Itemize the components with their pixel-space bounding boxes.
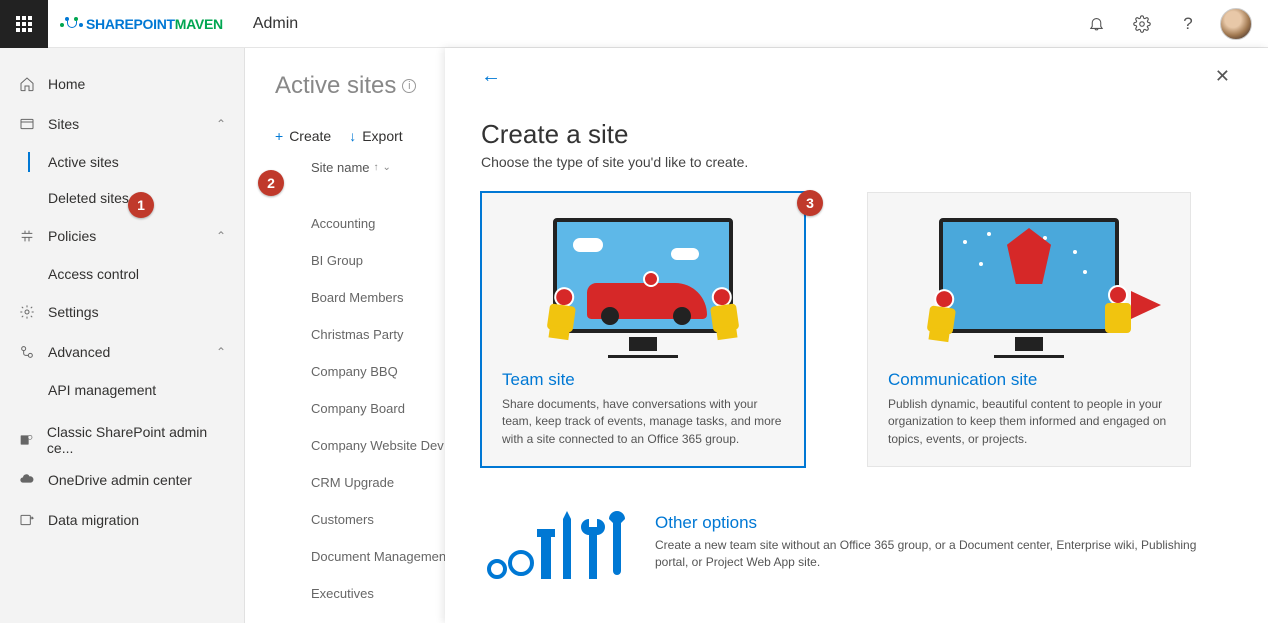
brand-logo[interactable]: SHAREPOINTMAVEN <box>60 16 223 32</box>
team-site-desc: Share documents, have conversations with… <box>502 396 784 448</box>
table-row[interactable]: Executives <box>275 575 445 612</box>
info-icon[interactable]: i <box>402 79 416 93</box>
command-bar: + Create ↓ Export <box>275 128 445 144</box>
sidebar-item-access-control[interactable]: Access control <box>0 256 244 292</box>
sidebar-item-label: Access control <box>48 266 139 282</box>
sites-icon <box>18 115 36 133</box>
column-header-site-name[interactable]: Site name ↑ ⌄ <box>275 160 445 175</box>
export-button[interactable]: ↓ Export <box>349 128 402 144</box>
sidebar-item-label: API management <box>48 382 156 398</box>
sidebar-item-data-migration[interactable]: Data migration <box>0 500 244 540</box>
team-site-title: Team site <box>502 370 784 390</box>
back-arrow-icon[interactable]: ← <box>481 65 501 88</box>
annotation-badge-1: 1 <box>128 192 154 218</box>
communication-site-illustration <box>868 193 1190 358</box>
app-name: Admin <box>253 15 298 33</box>
app-launcher-button[interactable] <box>0 0 48 48</box>
gear-icon <box>18 303 36 321</box>
communication-site-card[interactable]: Communication site Publish dynamic, beau… <box>867 192 1191 467</box>
close-icon[interactable]: ✕ <box>1207 62 1238 91</box>
sidebar-item-classic-admin[interactable]: Classic SharePoint admin ce... <box>0 420 244 460</box>
sidebar-item-label: Settings <box>48 304 99 320</box>
migration-icon <box>18 511 36 529</box>
sidebar-item-onedrive-admin[interactable]: OneDrive admin center <box>0 460 244 500</box>
table-row[interactable]: Christmas Party <box>275 316 445 353</box>
export-button-label: Export <box>362 128 402 144</box>
communication-site-title: Communication site <box>888 370 1170 390</box>
sidebar-item-label: Policies <box>48 228 96 244</box>
sidebar-item-label: OneDrive admin center <box>48 472 192 488</box>
advanced-icon <box>18 343 36 361</box>
other-options-desc: Create a new team site without an Office… <box>655 537 1198 571</box>
avatar[interactable] <box>1220 8 1252 40</box>
chevron-down-icon: ⌄ <box>383 162 391 173</box>
sidebar-item-home[interactable]: Home <box>0 64 244 104</box>
table-row[interactable]: Document Management <box>275 538 445 575</box>
sidebar-item-label: Active sites <box>48 154 119 170</box>
sidebar-item-settings[interactable]: Settings <box>0 292 244 332</box>
sidebar-item-label: Sites <box>48 116 79 132</box>
panel-title: Create a site <box>481 119 1238 150</box>
policies-icon <box>18 227 36 245</box>
sidebar-item-label: Data migration <box>48 512 139 528</box>
team-site-card[interactable]: Team site Share documents, have conversa… <box>481 192 805 467</box>
waffle-icon <box>16 16 32 32</box>
site-list-column: Active sites i + Create ↓ Export Site na… <box>245 48 445 623</box>
table-row[interactable]: Accounting <box>275 205 445 242</box>
sidebar: Home Sites ⌃ Active sites Deleted sites … <box>0 48 245 623</box>
sidebar-item-policies[interactable]: Policies ⌃ <box>0 216 244 256</box>
sidebar-item-label: Classic SharePoint admin ce... <box>47 424 226 456</box>
table-row[interactable]: BI Group <box>275 242 445 279</box>
logo-text-part1: SHAREPOINT <box>86 16 175 32</box>
gear-icon[interactable] <box>1120 0 1164 48</box>
create-button[interactable]: + Create <box>275 128 331 144</box>
table-row[interactable]: CRM Upgrade <box>275 464 445 501</box>
help-icon[interactable]: ? <box>1166 0 1210 48</box>
top-bar: SHAREPOINTMAVEN Admin ? <box>0 0 1268 48</box>
table-row[interactable]: Company Website Dev <box>275 427 445 464</box>
sharepoint-icon <box>18 431 35 449</box>
table-row[interactable]: Board Members <box>275 279 445 316</box>
communication-site-desc: Publish dynamic, beautiful content to pe… <box>888 396 1170 448</box>
sidebar-item-deleted-sites[interactable]: Deleted sites <box>0 180 244 216</box>
notifications-icon[interactable] <box>1074 0 1118 48</box>
chevron-up-icon: ⌃ <box>216 345 226 359</box>
other-options-card[interactable]: Other options Create a new team site wit… <box>481 513 1238 585</box>
chevron-up-icon: ⌃ <box>216 229 226 243</box>
sidebar-item-label: Deleted sites <box>48 190 129 206</box>
panel-subtitle: Choose the type of site you'd like to cr… <box>481 154 1238 170</box>
home-icon <box>18 75 36 93</box>
sidebar-item-active-sites[interactable]: Active sites <box>0 144 244 180</box>
sidebar-item-label: Home <box>48 76 85 92</box>
create-site-panel: ← ✕ Create a site Choose the type of sit… <box>445 48 1268 623</box>
team-site-illustration <box>482 193 804 358</box>
table-row[interactable]: Customers <box>275 501 445 538</box>
table-row[interactable]: Company Board <box>275 390 445 427</box>
sort-asc-icon: ↑ <box>374 162 379 173</box>
chevron-up-icon: ⌃ <box>216 117 226 131</box>
table-row[interactable]: Company BBQ <box>275 353 445 390</box>
create-button-label: Create <box>289 128 331 144</box>
annotation-badge-3: 3 <box>797 190 823 216</box>
logo-text-part2: MAVEN <box>175 16 223 32</box>
other-options-title: Other options <box>655 513 1198 533</box>
annotation-badge-2: 2 <box>258 170 284 196</box>
page-title: Active sites i <box>275 72 445 100</box>
cloud-icon <box>18 471 36 489</box>
sidebar-item-sites[interactable]: Sites ⌃ <box>0 104 244 144</box>
sidebar-item-api-management[interactable]: API management <box>0 372 244 408</box>
tools-illustration <box>481 513 631 585</box>
download-icon: ↓ <box>349 128 356 144</box>
plus-icon: + <box>275 128 283 144</box>
sidebar-item-advanced[interactable]: Advanced ⌃ <box>0 332 244 372</box>
sidebar-item-label: Advanced <box>48 344 110 360</box>
